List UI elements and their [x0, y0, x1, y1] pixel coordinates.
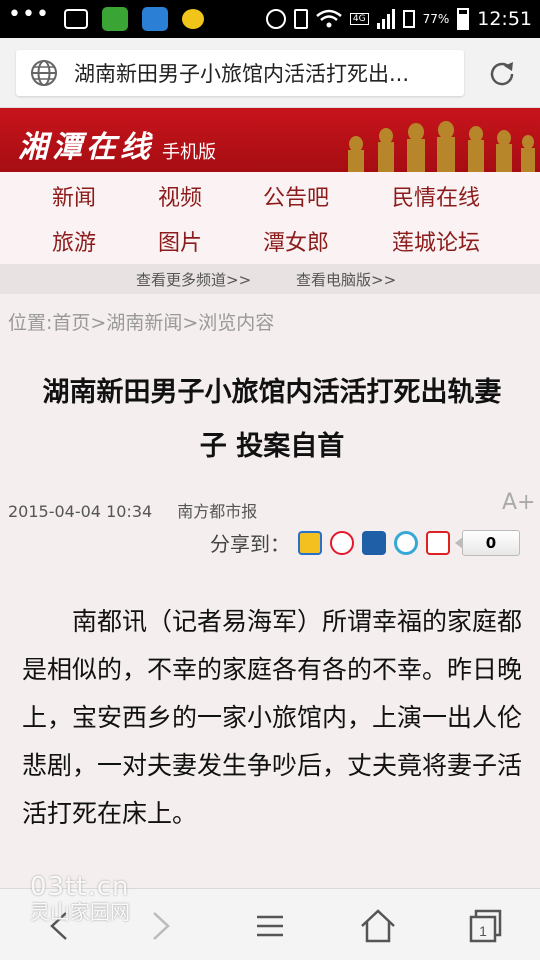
- watermark-line2: 灵山家园网: [30, 900, 130, 924]
- nav-notice[interactable]: 公告吧: [263, 180, 329, 212]
- font-size-button[interactable]: A+: [502, 490, 535, 515]
- nav-public-opinion[interactable]: 民情在线: [392, 180, 480, 212]
- page-title: 湖南新田男子小旅馆内活活打死出...: [74, 62, 410, 86]
- renren-icon[interactable]: [362, 530, 386, 555]
- refresh-icon[interactable]: [486, 58, 518, 90]
- app-green-icon: [101, 7, 128, 31]
- forward-icon[interactable]: [140, 907, 180, 945]
- wifi-icon: [316, 9, 342, 28]
- nav-pictures[interactable]: 图片: [158, 225, 202, 257]
- chat-bubble-icon: [181, 9, 204, 29]
- nav-forum[interactable]: 莲城论坛: [392, 225, 480, 257]
- vibrate-icon: [293, 9, 308, 29]
- site-banner[interactable]: 湘潭在线 手机版: [0, 108, 540, 172]
- watermark: 03tt.cn 灵山家园网: [30, 872, 130, 925]
- browser-url-bar: 湖南新田男子小旅馆内活活打死出...: [0, 38, 540, 108]
- battery-percent: 77%: [422, 12, 450, 26]
- nav-sub-links: 查看更多频道>> 查看电脑版>>: [0, 264, 540, 294]
- kaixin-icon[interactable]: [426, 530, 450, 555]
- nav-video[interactable]: 视频: [158, 180, 202, 212]
- article-body: 南都讯（记者易海军）所谓幸福的家庭都是相似的，不幸的家庭各有各的不幸。昨日晚上，…: [22, 607, 523, 828]
- site-logo: 湘潭在线: [18, 130, 154, 165]
- nav-travel[interactable]: 旅游: [52, 225, 96, 257]
- tencent-weibo-icon[interactable]: [394, 530, 418, 555]
- share-label: 分享到：: [210, 532, 290, 556]
- article-title-line1: 湖南新田男子小旅馆内活活打死出轨妻: [42, 377, 502, 408]
- menu-icon[interactable]: [250, 907, 290, 945]
- globe-icon: [31, 60, 57, 86]
- pc-version-link[interactable]: 查看电脑版>>: [296, 269, 396, 290]
- article-title: 湖南新田男子小旅馆内活活打死出轨妻 子 投案自首: [12, 366, 532, 474]
- more-channels-link[interactable]: 查看更多频道>>: [136, 269, 251, 290]
- article-source: 南方都市报: [177, 502, 258, 521]
- tabs-icon[interactable]: 1: [466, 907, 506, 945]
- statues-image: [348, 121, 535, 172]
- battery-icon: [457, 8, 470, 30]
- share-bar: 分享到： 0: [210, 528, 520, 557]
- article-date: 2015-04-04 10:34: [8, 502, 153, 521]
- nav-news[interactable]: 新闻: [52, 180, 96, 212]
- nav-tan-girl[interactable]: 潭女郎: [263, 225, 329, 257]
- qzone-icon[interactable]: [298, 530, 322, 555]
- alarm-icon: [265, 9, 286, 29]
- svg-text:1: 1: [479, 923, 487, 939]
- mobile-version-label: 手机版: [162, 142, 216, 163]
- channel-nav: 新闻 视频 公告吧 民情在线 旅游 图片 潭女郎 莲城论坛: [0, 172, 540, 264]
- cloud-app-icon: [141, 7, 168, 31]
- url-field[interactable]: 湖南新田男子小旅馆内活活打死出...: [16, 50, 464, 96]
- clock: 12:51: [477, 8, 532, 30]
- network-type: 4G: [349, 13, 369, 25]
- weibo-icon[interactable]: [330, 530, 354, 555]
- share-count: 0: [455, 529, 520, 556]
- breadcrumb[interactable]: 位置:首页>湖南新闻>浏览内容: [8, 308, 274, 335]
- sim-icon: [402, 10, 415, 28]
- article-title-line2: 子 投案自首: [199, 431, 345, 462]
- home-icon[interactable]: [358, 907, 398, 945]
- more-notifications-icon: •••: [8, 2, 50, 27]
- signal-icon: [376, 9, 395, 29]
- article-meta: 2015-04-04 10:34 南方都市报: [8, 498, 257, 522]
- status-bar: ••• 4G 77% 12:51: [0, 0, 540, 38]
- screenshot-icon: [63, 9, 88, 29]
